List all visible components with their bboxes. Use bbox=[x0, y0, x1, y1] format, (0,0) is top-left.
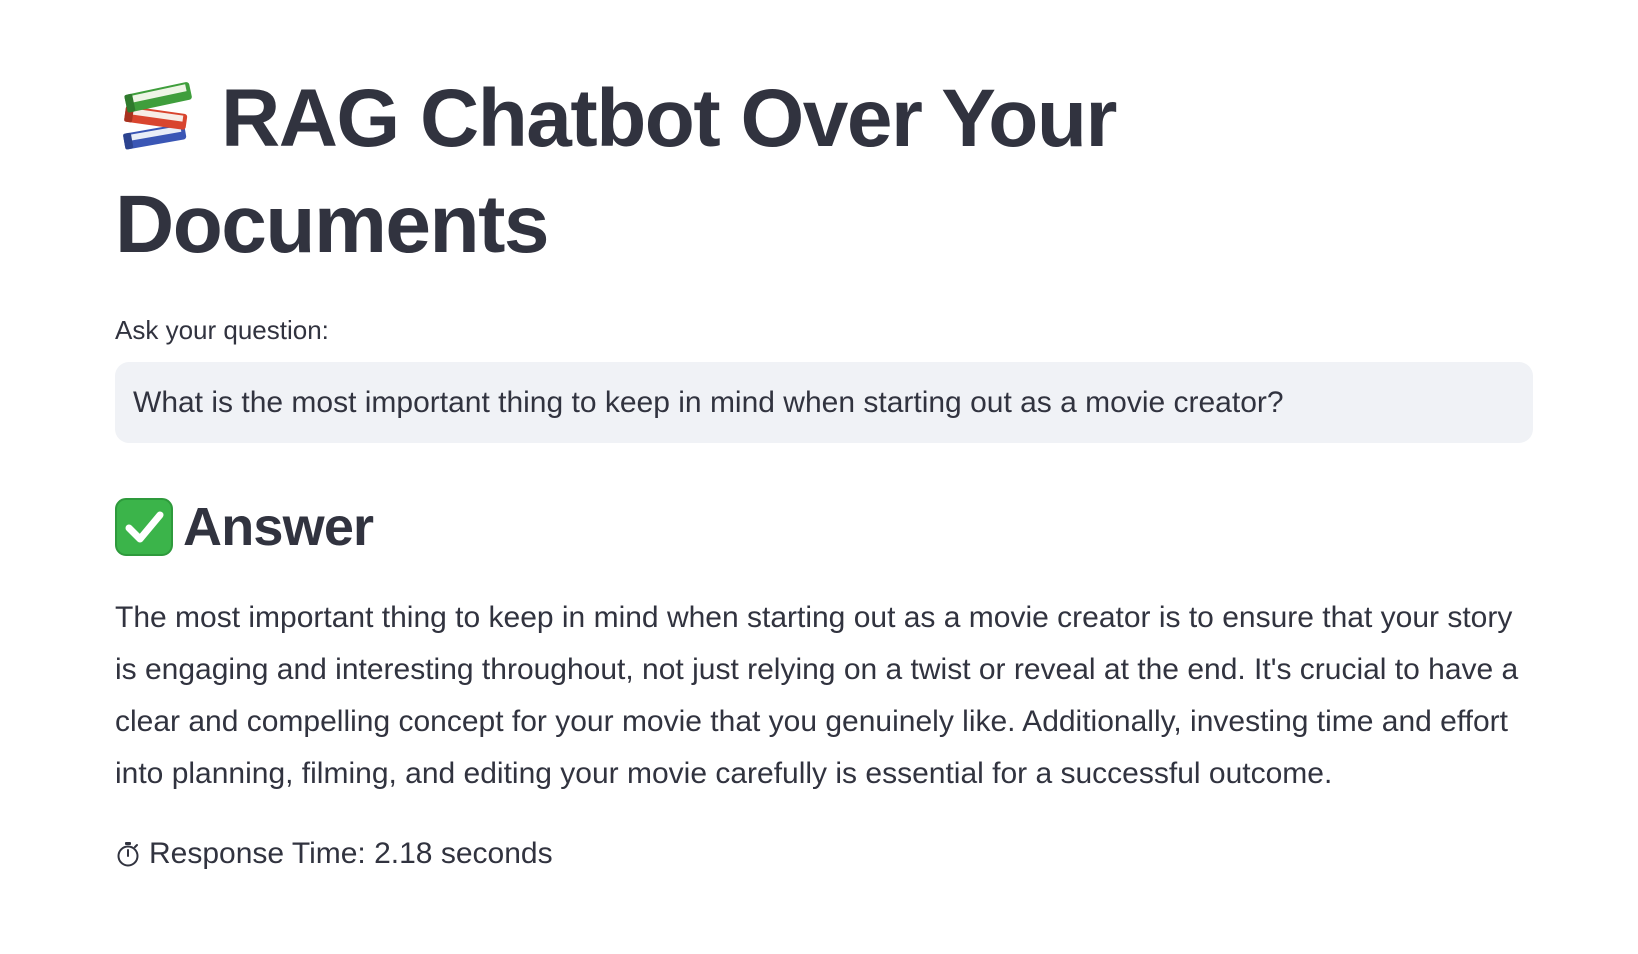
answer-text: The most important thing to keep in mind… bbox=[115, 601, 1519, 790]
books-icon bbox=[123, 82, 192, 150]
page-title: RAG Chatbot Over Your Documents bbox=[115, 66, 1315, 278]
question-input[interactable] bbox=[115, 362, 1533, 443]
page-title-text: RAG Chatbot Over Your Documents bbox=[115, 73, 1117, 270]
response-time-text: Response Time: 2.18 seconds bbox=[149, 837, 553, 870]
answer-heading: Answer bbox=[115, 494, 374, 560]
response-time: Response Time: 2.18 seconds bbox=[115, 834, 553, 874]
check-mark-icon bbox=[115, 498, 173, 556]
stopwatch-icon bbox=[117, 842, 139, 867]
question-label: Ask your question: bbox=[115, 315, 329, 345]
answer-heading-text: Answer bbox=[183, 497, 374, 557]
